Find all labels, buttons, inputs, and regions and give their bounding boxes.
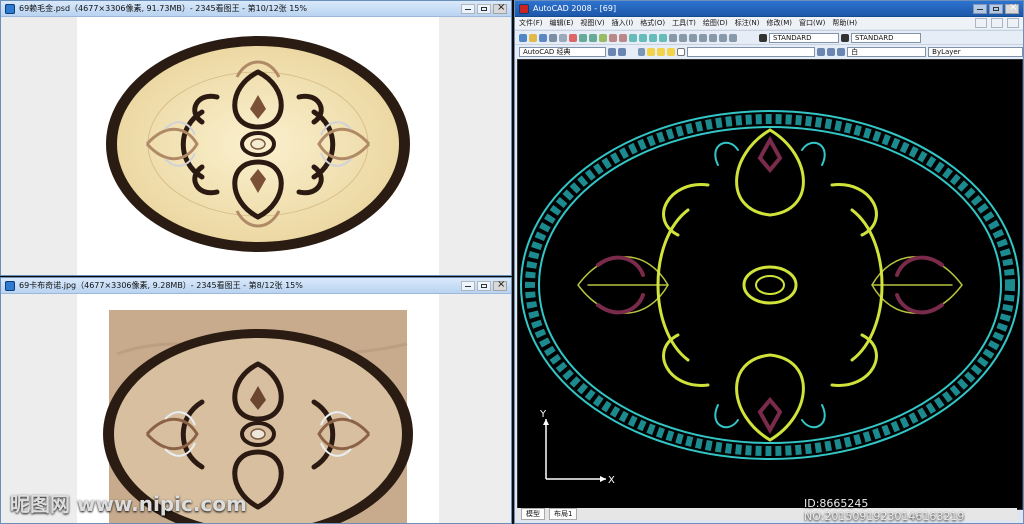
- match-properties-icon[interactable]: [599, 34, 607, 42]
- ucs-axis-icon: X Y: [539, 409, 615, 486]
- paste-icon[interactable]: [589, 34, 597, 42]
- sheet-set-icon[interactable]: [699, 34, 707, 42]
- autocad-title: AutoCAD 2008 - [69]: [533, 4, 617, 13]
- menu-file[interactable]: 文件(F): [519, 18, 543, 28]
- menu-help[interactable]: 帮助(H): [832, 18, 857, 28]
- menu-tools[interactable]: 工具(T): [672, 18, 696, 28]
- make-object-layer-current-icon[interactable]: [817, 48, 826, 56]
- viewer-app-icon: [5, 280, 15, 291]
- menu-draw[interactable]: 绘图(D): [703, 18, 728, 28]
- save-workspace-icon[interactable]: [617, 48, 626, 56]
- doc-minimize-button[interactable]: [975, 18, 987, 28]
- open-icon[interactable]: [529, 34, 537, 42]
- viewer1-titlebar[interactable]: 69赖毛金.psd（4677×3306像素, 91.73MB）- 2345看图王…: [1, 1, 511, 17]
- autocad-titlebar[interactable]: AutoCAD 2008 - [69]: [515, 1, 1023, 17]
- design-center-icon[interactable]: [679, 34, 687, 42]
- maximize-button[interactable]: [477, 280, 491, 291]
- ucs-x-label: X: [608, 475, 615, 486]
- minimize-button[interactable]: [461, 3, 475, 14]
- menu-format[interactable]: 格式(O): [640, 18, 665, 28]
- workspace-select[interactable]: AutoCAD 经典: [519, 47, 606, 57]
- properties-icon[interactable]: [669, 34, 677, 42]
- ucs-y-label: Y: [539, 409, 547, 420]
- zoom-icon[interactable]: [639, 34, 647, 42]
- viewer1-title: 69赖毛金.psd（4677×3306像素, 91.73MB）- 2345看图王…: [19, 4, 307, 13]
- standard-toolbar: STANDARD STANDARD: [515, 30, 1023, 45]
- viewer1-canvas-area: [1, 17, 511, 275]
- viewer-app-icon: [5, 3, 15, 14]
- menu-insert[interactable]: 插入(I): [612, 18, 634, 28]
- tool-palettes-icon[interactable]: [689, 34, 697, 42]
- marble-medallion-image-cream: [106, 36, 410, 252]
- image-viewer-window-1: 69赖毛金.psd（4677×3306像素, 91.73MB）- 2345看图王…: [0, 0, 512, 276]
- minimize-button[interactable]: [973, 3, 987, 14]
- dim-style-select[interactable]: STANDARD: [851, 33, 921, 43]
- dim-style-icon: [841, 34, 849, 42]
- menu-modify[interactable]: 修改(M): [766, 18, 792, 28]
- cut-icon[interactable]: [569, 34, 577, 42]
- new-icon[interactable]: [519, 34, 527, 42]
- print-icon[interactable]: [549, 34, 557, 42]
- close-button[interactable]: [493, 279, 507, 291]
- zoom-previous-icon[interactable]: [659, 34, 667, 42]
- menu-edit[interactable]: 编辑(E): [550, 18, 574, 28]
- linetype-select[interactable]: ByLayer: [928, 47, 1023, 57]
- redo-icon[interactable]: [619, 34, 627, 42]
- preview-icon[interactable]: [559, 34, 567, 42]
- layer-lock-icon[interactable]: [667, 48, 676, 56]
- close-button[interactable]: [493, 2, 507, 14]
- layer-select[interactable]: [687, 47, 816, 57]
- save-icon[interactable]: [539, 34, 547, 42]
- zoom-window-icon[interactable]: [649, 34, 657, 42]
- autocad-app-icon: [519, 3, 529, 14]
- text-style-icon: [759, 34, 767, 42]
- maximize-button[interactable]: [477, 3, 491, 14]
- calculator-icon[interactable]: [719, 34, 727, 42]
- help-icon[interactable]: [729, 34, 737, 42]
- tab-model[interactable]: 模型: [521, 508, 545, 520]
- copy-icon[interactable]: [579, 34, 587, 42]
- pan-icon[interactable]: [629, 34, 637, 42]
- maximize-button[interactable]: [989, 3, 1003, 14]
- layers-toolbar: AutoCAD 经典 白 ByLayer: [515, 44, 1023, 59]
- layer-previous-icon[interactable]: [827, 48, 836, 56]
- menu-dimension[interactable]: 标注(N): [735, 18, 760, 28]
- autocad-menubar: 文件(F) 编辑(E) 视图(V) 插入(I) 格式(O) 工具(T) 绘图(D…: [515, 17, 1023, 29]
- layer-color-swatch-icon: [677, 48, 686, 56]
- close-button[interactable]: [1005, 2, 1019, 14]
- workspace-settings-icon[interactable]: [607, 48, 616, 56]
- layer-freeze-icon[interactable]: [657, 48, 666, 56]
- layer-manager-icon[interactable]: [637, 48, 646, 56]
- color-select[interactable]: 白: [847, 47, 927, 57]
- model-space-drawing-area[interactable]: X Y: [517, 59, 1023, 510]
- undo-icon[interactable]: [609, 34, 617, 42]
- minimize-button[interactable]: [461, 280, 475, 291]
- doc-restore-button[interactable]: [991, 18, 1003, 28]
- layer-states-icon[interactable]: [837, 48, 846, 56]
- viewer2-titlebar[interactable]: 69卡布奇诺.jpg（4677×3306像素, 9.28MB）- 2345看图王…: [1, 278, 511, 294]
- doc-close-button[interactable]: [1007, 18, 1019, 28]
- viewer2-title: 69卡布奇诺.jpg（4677×3306像素, 9.28MB）- 2345看图王…: [19, 281, 303, 290]
- image-viewer-window-2: 69卡布奇诺.jpg（4677×3306像素, 9.28MB）- 2345看图王…: [0, 277, 512, 524]
- tab-layout1[interactable]: 布局1: [549, 508, 578, 520]
- layer-on-icon[interactable]: [647, 48, 656, 56]
- text-style-select[interactable]: STANDARD: [769, 33, 839, 43]
- menu-view[interactable]: 视图(V): [580, 18, 604, 28]
- viewer1-image: [77, 17, 439, 275]
- markup-icon[interactable]: [709, 34, 717, 42]
- autocad-window: AutoCAD 2008 - [69] 文件(F) 编辑(E) 视图(V) 插入…: [514, 0, 1024, 524]
- image-id-watermark: ID:8665245 NO:20150919230146163219: [804, 497, 965, 523]
- menu-window[interactable]: 窗口(W): [799, 18, 825, 28]
- nipic-watermark: 昵图网 www.nipic.com: [10, 492, 247, 516]
